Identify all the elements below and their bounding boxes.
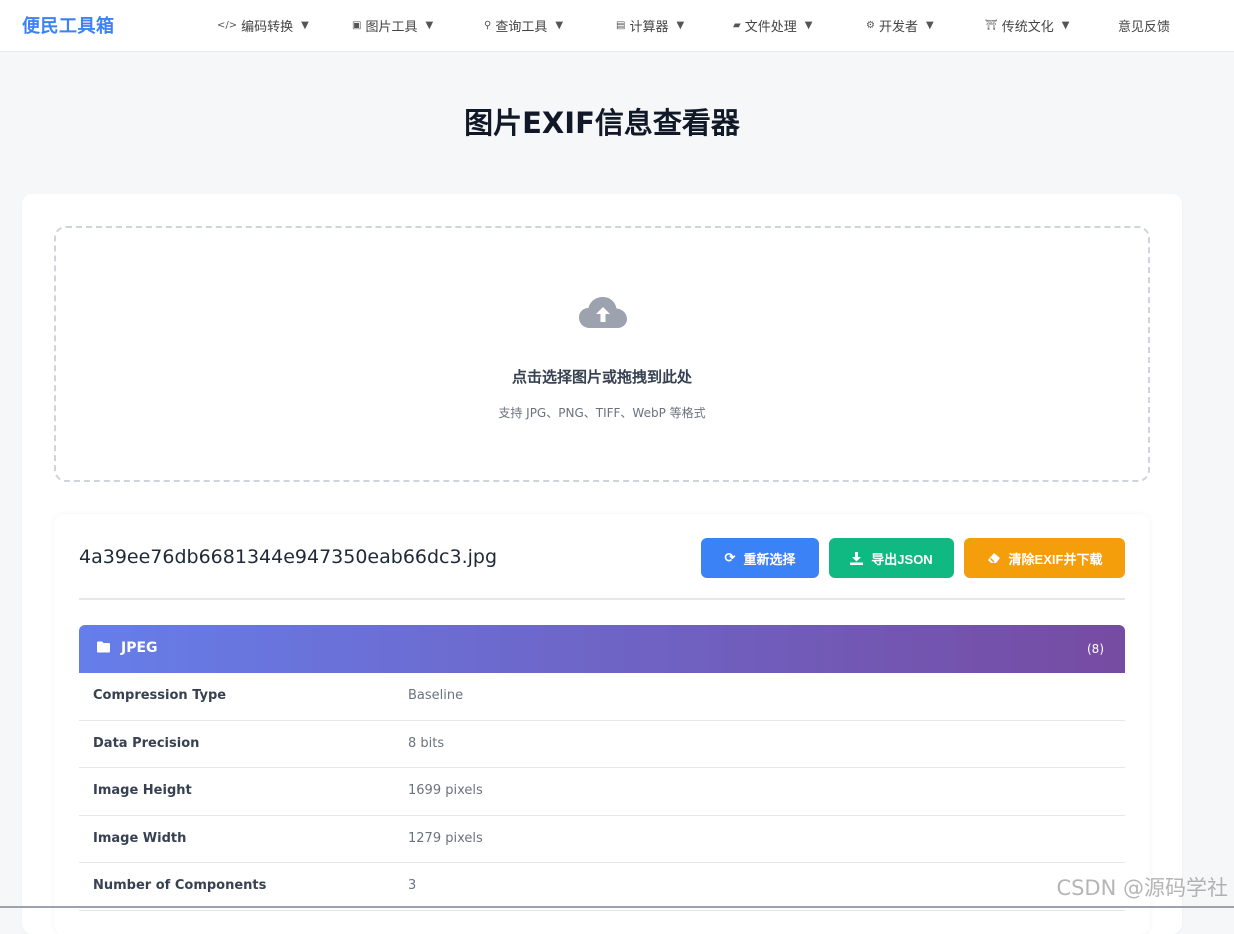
export-json-label: 导出JSON (871, 551, 933, 567)
table-row: Number of Components 3 (79, 863, 1125, 911)
nav-item-developer[interactable]: ⚙ 开发者 ▼ (866, 16, 934, 35)
nav-item-label: 编码转换 (241, 20, 294, 35)
eraser-icon (987, 553, 1000, 563)
exif-key: Number of Components (93, 878, 267, 893)
exif-section-header-jpeg[interactable]: JPEG (8) (79, 625, 1125, 673)
nav-item-label: 图片工具 (365, 20, 418, 35)
exif-value: 8 bits (408, 735, 445, 751)
clean-exif-label: 清除EXIF并下载 (1008, 551, 1103, 567)
section-count-badge: (8) (1087, 642, 1104, 656)
exif-value: 3 (408, 878, 417, 893)
table-row: Image Height 1699 pixels (79, 768, 1125, 816)
caret-down-icon: ▼ (676, 20, 685, 31)
nav-item-calculator[interactable]: ▤ 计算器 ▼ (616, 16, 684, 35)
nav-item-label: 意见反馈 (1118, 20, 1171, 35)
exif-key: Image Width (93, 830, 187, 846)
calculator-icon: ▤ (616, 20, 626, 31)
file-name: 4a39ee76db6681344e947350eab66dc3.jpg (79, 546, 498, 568)
table-row: Compression Type Baseline (79, 673, 1125, 721)
image-icon: ▣ (352, 20, 362, 31)
download-icon (850, 551, 864, 565)
nav-item-label: 开发者 (878, 20, 918, 35)
section-title: JPEG (121, 640, 158, 656)
brand-logo[interactable]: 便民工具箱 (22, 12, 115, 38)
exif-table: Compression Type Baseline Data Precision… (79, 673, 1125, 911)
nav-item-image-tools[interactable]: ▣ 图片工具 ▼ (352, 16, 433, 35)
exif-key: Data Precision (93, 735, 200, 751)
exif-value: 1699 pixels (408, 783, 483, 798)
export-json-button[interactable]: 导出JSON (829, 538, 954, 578)
nav-item-feedback[interactable]: 意见反馈 (1118, 16, 1170, 35)
exif-result-panel: 4a39ee76db6681344e947350eab66dc3.jpg ⟳ 重… (54, 514, 1150, 934)
upload-dropzone[interactable]: 点击选择图片或拖拽到此处 支持 JPG、PNG、TIFF、WebP 等格式 (54, 226, 1150, 482)
reselect-label: 重新选择 (743, 551, 796, 567)
table-row: Image Width 1279 pixels (79, 816, 1125, 863)
table-row: Data Precision 8 bits (79, 721, 1125, 768)
exif-value: Baseline (408, 688, 464, 703)
search-icon: ⚲ (484, 20, 492, 31)
dropzone-hint: 支持 JPG、PNG、TIFF、WebP 等格式 (498, 406, 706, 420)
caret-down-icon: ▼ (804, 20, 813, 31)
code-icon: </> (217, 20, 238, 31)
nav-item-label: 计算器 (629, 20, 669, 35)
reselect-button[interactable]: ⟳ 重新选择 (701, 538, 819, 578)
caret-down-icon: ▼ (555, 20, 564, 31)
nav-item-query-tools[interactable]: ⚲ 查询工具 ▼ (484, 16, 563, 35)
watermark: CSDN @源码学社 (1056, 876, 1228, 900)
folder-icon (97, 641, 110, 653)
dropzone-title: 点击选择图片或拖拽到此处 (511, 368, 692, 386)
landmark-icon: ⛩ (985, 20, 998, 31)
exif-value: 1279 pixels (408, 830, 483, 846)
exif-key: Image Height (93, 783, 192, 798)
nav-item-label: 文件处理 (744, 20, 797, 35)
caret-down-icon: ▼ (425, 20, 434, 31)
main-card: 点击选择图片或拖拽到此处 支持 JPG、PNG、TIFF、WebP 等格式 4a… (22, 194, 1182, 934)
nav-item-label: 传统文化 (1001, 20, 1054, 35)
divider (79, 598, 1125, 600)
gear-icon: ⚙ (866, 20, 875, 31)
folder-open-icon: ▰ (733, 20, 741, 31)
caret-down-icon: ▼ (301, 20, 309, 31)
clean-exif-download-button[interactable]: 清除EXIF并下载 (964, 538, 1125, 578)
exif-key: Compression Type (93, 688, 227, 703)
refresh-icon: ⟳ (724, 550, 736, 565)
cloud-upload-icon (579, 297, 627, 328)
caret-down-icon: ▼ (925, 20, 934, 31)
caret-down-icon: ▼ (1061, 20, 1070, 31)
page-title: 图片EXIF信息查看器 (464, 106, 740, 140)
nav-item-file-processing[interactable]: ▰ 文件处理 ▼ (733, 16, 812, 35)
nav-item-traditional-culture[interactable]: ⛩ 传统文化 ▼ (985, 16, 1069, 35)
top-navbar: 便民工具箱 </> 编码转换 ▼ ▣ 图片工具 ▼ ⚲ 查询工具 ▼ ▤ 计算器… (0, 0, 1234, 52)
nav-item-encoding[interactable]: </> 编码转换 ▼ (217, 16, 309, 35)
nav-item-label: 查询工具 (495, 20, 548, 35)
